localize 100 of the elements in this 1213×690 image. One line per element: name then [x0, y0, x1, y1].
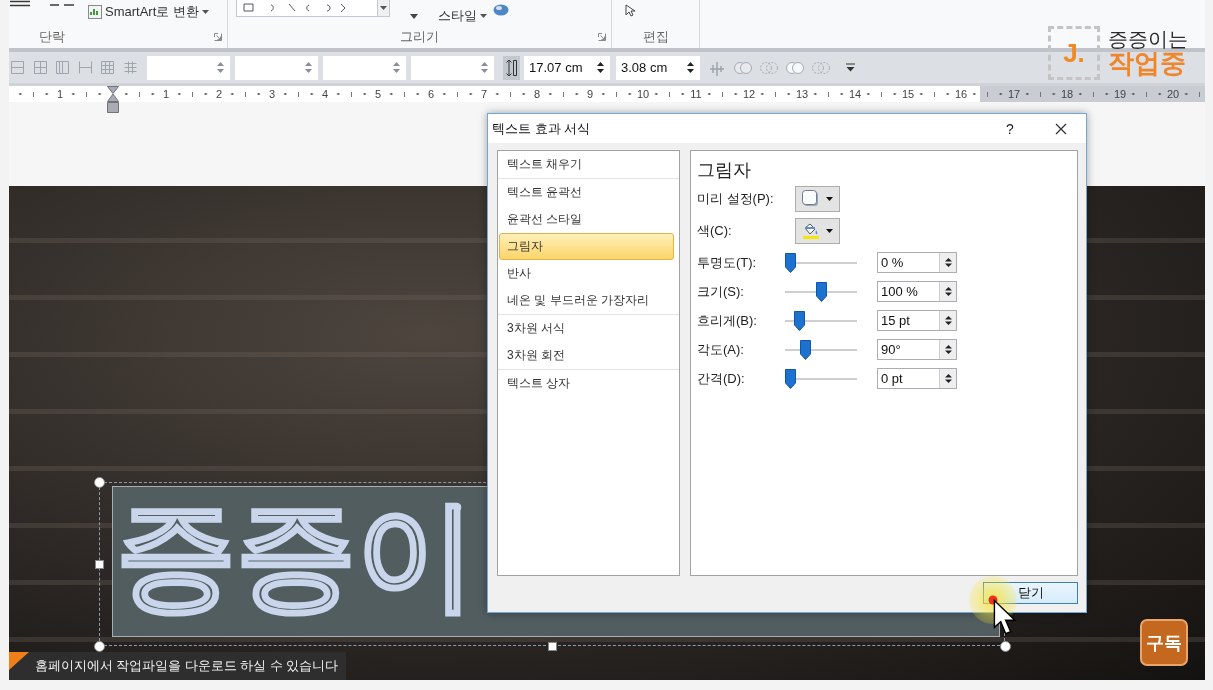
paint-bucket-icon	[802, 223, 819, 235]
ruler-number: 10	[636, 87, 650, 101]
value-field[interactable]: 0 pt	[877, 368, 957, 389]
category-item[interactable]: 네온 및 부드러운 가장자리	[498, 287, 679, 314]
caret-icon	[826, 196, 833, 201]
resize-handle[interactable]	[547, 641, 557, 651]
pointer-icon[interactable]	[625, 4, 637, 17]
resize-handle[interactable]	[999, 640, 1011, 652]
up-down-arrows-icon[interactable]	[687, 61, 694, 74]
caption-text: 홈페이지에서 작업파일을 다운로드 하실 수 있습니다	[35, 657, 339, 675]
dialog-title: 텍스트 효과 서식	[492, 119, 591, 138]
ribbon-command[interactable]: SmartArt로 변환	[88, 2, 209, 22]
ruler-number: 13	[795, 87, 809, 101]
ruler-number: 4	[321, 87, 329, 101]
height-icon	[503, 55, 520, 80]
field-label: 간격(D):	[697, 369, 746, 388]
caret-icon	[825, 229, 833, 233]
lines-icon[interactable]	[50, 3, 74, 7]
more-caret-icon[interactable]	[846, 63, 855, 72]
spin-field[interactable]	[235, 55, 318, 80]
value-field[interactable]: 0 %	[877, 252, 957, 273]
field-label: 흐리게(B):	[697, 311, 758, 330]
spin-field[interactable]: 3.08 cm	[616, 55, 700, 80]
list-icon[interactable]	[10, 0, 30, 7]
field-label: 색(C):	[697, 222, 733, 240]
spin-field[interactable]	[411, 55, 494, 80]
line-shapes-icon	[243, 3, 347, 13]
ruler-number: 6	[427, 87, 435, 101]
spin-button[interactable]	[939, 311, 956, 330]
category-item[interactable]: 텍스트 채우기	[498, 151, 679, 178]
up-down-arrows-icon	[944, 315, 952, 326]
ruler-number: 20	[1166, 87, 1180, 101]
slider-thumb[interactable]	[815, 281, 827, 302]
spin-button[interactable]	[939, 253, 956, 272]
mouse-pointer-icon	[993, 599, 1017, 636]
category-item[interactable]: 윤곽선 스타일	[498, 206, 679, 233]
slider-thumb[interactable]	[794, 310, 806, 331]
slider-thumb[interactable]	[800, 339, 812, 360]
value-field[interactable]: 15 pt	[877, 310, 957, 331]
spin-button[interactable]	[939, 369, 956, 388]
slider-thumb[interactable]	[785, 368, 796, 389]
ruler-number: 19	[1113, 87, 1127, 101]
ruler-number: 9	[586, 87, 594, 101]
value-field[interactable]: 100 %	[877, 281, 957, 302]
color-dropdown[interactable]	[795, 218, 840, 244]
group-label: 단락	[39, 28, 65, 46]
ruler-number: 8	[533, 87, 541, 101]
group-label: 그리기	[400, 28, 439, 46]
category-item[interactable]: 텍스트 윤곽선	[498, 179, 679, 206]
dialog-launcher-icon[interactable]	[214, 33, 222, 41]
dialog-launcher-icon[interactable]	[598, 33, 606, 41]
ruler-number: 18	[1060, 87, 1074, 101]
ruler-number: 12	[742, 87, 756, 101]
value-field[interactable]: 90°	[877, 339, 957, 360]
resize-handle[interactable]	[94, 559, 104, 569]
preset-dropdown[interactable]	[795, 185, 840, 212]
caret-icon[interactable]	[410, 14, 418, 19]
outline-text: 증증이	[116, 492, 476, 618]
slider-thumb[interactable]	[785, 252, 796, 273]
logo-mark: J.	[1048, 26, 1100, 80]
ruler-number: 17	[1007, 87, 1021, 101]
gallery-scroll-button[interactable]	[377, 0, 389, 16]
logo-text: 증증이는	[1108, 28, 1188, 50]
category-item[interactable]: 그림자	[499, 233, 674, 260]
up-down-arrows-icon[interactable]	[597, 61, 604, 74]
up-down-arrows-icon	[944, 344, 952, 355]
resize-handle[interactable]	[93, 476, 105, 488]
ruler-number: 1	[56, 87, 64, 101]
category-item[interactable]: 3차원 회전	[498, 342, 679, 369]
ribbon-command[interactable]: 스타일	[438, 6, 487, 26]
caret-icon	[480, 14, 487, 18]
section-heading: 그림자	[697, 159, 751, 182]
spin-field[interactable]	[323, 55, 406, 80]
field-label: 각도(A):	[697, 340, 745, 359]
spin-field[interactable]	[147, 55, 230, 80]
category-item[interactable]: 텍스트 상자	[498, 370, 679, 397]
field-label: 미리 설정(P):	[697, 189, 775, 208]
ruler-number: 15	[901, 87, 915, 101]
help-button[interactable]: ?	[995, 117, 1025, 140]
indent-marker-icon[interactable]	[107, 86, 119, 113]
corner-triangle-icon	[9, 652, 29, 670]
preset-icon	[802, 190, 819, 207]
spin-button[interactable]	[939, 282, 956, 301]
category-item[interactable]: 반사	[498, 260, 679, 287]
subscribe-button[interactable]: 구독	[1140, 619, 1188, 666]
ruler-number: 11	[690, 87, 702, 101]
up-down-arrows-icon	[944, 257, 952, 268]
close-icon	[1055, 122, 1067, 135]
field-label: 크기(S):	[697, 282, 745, 301]
logo-text: 작업중	[1108, 49, 1186, 78]
spin-button[interactable]	[939, 340, 956, 359]
sphere-icon[interactable]	[493, 4, 509, 16]
caret-icon	[201, 10, 209, 14]
up-down-arrows-icon	[944, 286, 952, 297]
spin-field[interactable]: 17.07 cm	[524, 55, 610, 80]
ruler-number: 16	[954, 87, 968, 101]
resize-handle[interactable]	[93, 640, 105, 652]
category-item[interactable]: 3차원 서식	[498, 315, 679, 342]
ruler-number: 1	[162, 87, 170, 101]
caret-icon	[380, 6, 387, 10]
